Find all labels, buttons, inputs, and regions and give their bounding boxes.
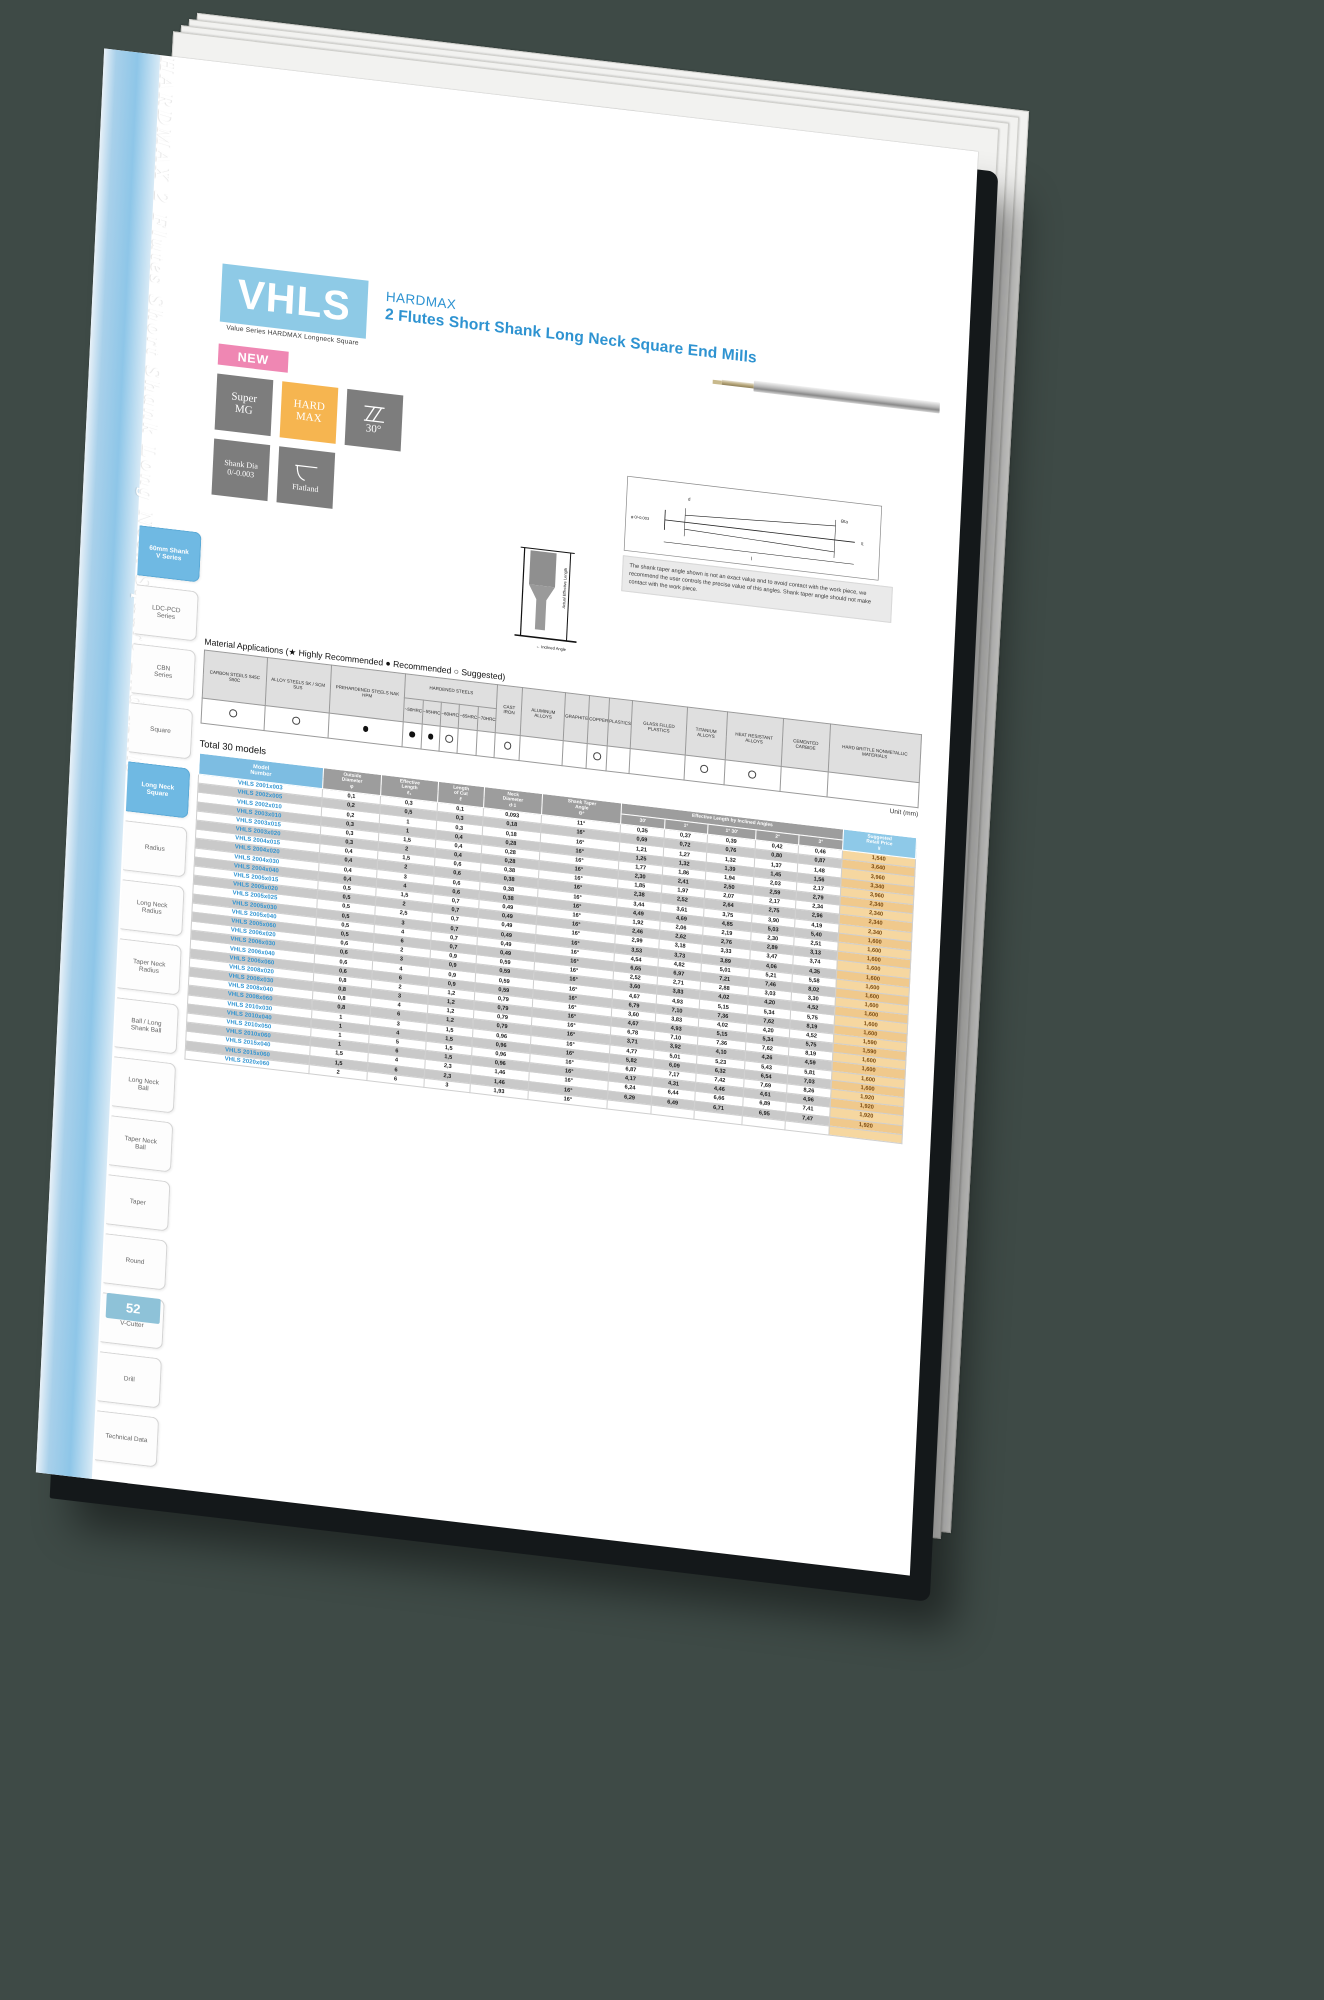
mat-rating-4 xyxy=(420,724,441,752)
mat-col-8: CAST IRON xyxy=(495,684,523,736)
mat-rating-3 xyxy=(402,721,422,750)
sidebar-tab-9[interactable]: Long Neck Ball xyxy=(111,1056,177,1114)
mat-col-4: ~55HRC xyxy=(421,700,442,727)
badge-shank-dia: Shank Dia 0/-0.003 xyxy=(211,438,271,502)
sidebar-tab-7[interactable]: Taper Neck Radius xyxy=(117,938,182,996)
mat-rating-6 xyxy=(457,728,478,756)
sidebar-tab-12[interactable]: Round xyxy=(103,1233,168,1291)
rating-ring xyxy=(700,764,709,774)
mat-rating-7 xyxy=(475,730,496,758)
rating-dot xyxy=(409,731,416,738)
mat-col-13: GLASS FILLED PLASTICS xyxy=(630,700,688,756)
svg-text:Actual Effective Length: Actual Effective Length xyxy=(561,568,568,609)
sidebar-tab-5[interactable]: Radius xyxy=(123,820,188,878)
mat-col-1: ALLOY STEELS SK / SCM SUS xyxy=(264,657,332,714)
mat-rating-9 xyxy=(519,735,564,766)
mat-col-14: TITANIUM ALLOYS xyxy=(684,707,728,760)
sidebar-tab-8[interactable]: Ball / Long Shank Ball xyxy=(114,997,179,1055)
mat-col-16: CEMENTED CARBIDE xyxy=(781,718,831,772)
sidebar-tab-label: Drill xyxy=(123,1375,135,1384)
catalog-stage: HARDMAX 2 Flutes Short Shank Long Neck S… xyxy=(0,0,1324,2000)
badge-line2: 30° xyxy=(365,422,382,437)
svg-text:l: l xyxy=(751,556,752,562)
sidebar-tab-2[interactable]: CBN Series xyxy=(131,643,196,701)
mat-col-9: ALUMINUM ALLOYS xyxy=(520,687,566,741)
mat-col-5: ~60HRC xyxy=(440,702,460,729)
sidebar-tab-label: Ball / Long Shank Ball xyxy=(130,1016,162,1035)
mat-col-12: PLASTICS xyxy=(607,697,633,749)
sidebar-tab-1[interactable]: LDC-PCD Series xyxy=(134,584,199,642)
new-badge: NEW xyxy=(217,343,289,373)
sidebar-tab-label: 60mm Shank V Series xyxy=(149,544,189,563)
sidebar-tab-3[interactable]: Square xyxy=(128,702,194,760)
badge-line2: MAX xyxy=(295,409,322,426)
workpiece-diagram: Actual Effective Length ← Inclined Angle xyxy=(506,542,601,661)
sidebar-tab-label: CBN Series xyxy=(153,663,173,680)
mat-rating-5 xyxy=(439,726,459,754)
svg-text:l1: l1 xyxy=(861,541,865,546)
rating-dot xyxy=(427,733,434,740)
badge-line2: Flatland xyxy=(292,481,319,494)
rating-ring xyxy=(593,752,601,761)
sidebar-tab-label: Taper xyxy=(129,1198,146,1208)
rating-ring xyxy=(503,741,512,750)
mat-col-10: GRAPHITE xyxy=(563,692,590,744)
mat-rating-11 xyxy=(586,743,608,771)
svg-text:φ 0/-0.003: φ 0/-0.003 xyxy=(631,514,650,521)
mat-rating-12 xyxy=(606,745,631,774)
badge-hard-max: HARD MAX xyxy=(279,381,339,444)
product-logo-block: VHLS Value Series HARDMAX Longneck Squar… xyxy=(219,263,369,348)
mat-col-7: ~70HRC xyxy=(477,706,497,733)
rating-dot xyxy=(362,725,369,733)
badge-flatland: Flatland xyxy=(276,446,336,509)
badge-super-mg: Super MG xyxy=(214,373,274,437)
tool-neck xyxy=(721,379,754,389)
mat-rating-13 xyxy=(629,748,685,781)
badge-line2: 0/-0.003 xyxy=(226,467,255,480)
svg-text:← Inclined Angle: ← Inclined Angle xyxy=(536,643,567,652)
sidebar-tab-label: Long Neck Radius xyxy=(136,898,168,917)
mat-rating-14 xyxy=(683,755,725,785)
sidebar-tab-label: Long Neck Ball xyxy=(128,1075,160,1093)
mat-col-15: HEAT RESISTANT ALLOYS xyxy=(724,711,784,767)
mat-col-6: ~65HRC xyxy=(458,704,479,731)
page-content: VHLS Value Series HARDMAX Longneck Squar… xyxy=(184,263,940,1145)
sidebar-tab-10[interactable]: Taper Neck Ball xyxy=(108,1115,174,1173)
sidebar-tab-label: Technical Data xyxy=(105,1432,148,1445)
sidebar-tab-label: Round xyxy=(125,1257,145,1267)
sidebar-tab-label: Taper Neck Radius xyxy=(132,957,166,976)
tool-tip xyxy=(712,379,722,385)
mat-rating-15 xyxy=(723,759,782,792)
mat-col-11: COPPER xyxy=(587,695,610,746)
rating-ring xyxy=(445,734,453,743)
badge-helix-angle: 30° xyxy=(344,388,404,452)
sidebar-tab-label: Radius xyxy=(144,844,165,854)
badge-line2: MG xyxy=(234,402,253,417)
mat-rating-16 xyxy=(779,766,829,797)
svg-text:d: d xyxy=(688,496,691,501)
sidebar-tab-label: Taper Neck Ball xyxy=(124,1134,158,1152)
rating-ring xyxy=(229,709,237,718)
sidebar-tab-0[interactable]: 60mm Shank V Series xyxy=(137,525,202,583)
product-titles: HARDMAX 2 Flutes Short Shank Long Neck S… xyxy=(385,283,759,368)
sidebar-tab-4[interactable]: Long Neck Square xyxy=(125,761,191,819)
sidebar-tab-label: LDC-PCD Series xyxy=(151,604,181,621)
mat-col-3: ~50HRC xyxy=(403,697,424,725)
mat-col-0: CARBON STEELS S45C S50C xyxy=(202,650,268,706)
sidebar-tab-14[interactable]: Drill xyxy=(97,1351,162,1409)
sidebar-tab-15[interactable]: Technical Data xyxy=(94,1410,160,1468)
sidebar-tab-label: Square xyxy=(149,726,171,736)
rating-ring xyxy=(748,770,757,779)
mat-col-2: PREHARDENED STEELS NAK HPM xyxy=(328,665,406,722)
catalog-page: HARDMAX 2 Flutes Short Shank Long Neck S… xyxy=(35,48,979,1576)
sidebar-tab-label: Long Neck Square xyxy=(141,780,175,799)
mat-rating-10 xyxy=(562,740,588,769)
rating-ring xyxy=(292,716,301,725)
svg-text:Θta: Θta xyxy=(841,519,849,525)
sidebar-tab-6[interactable]: Long Neck Radius xyxy=(120,879,185,937)
sidebar-tab-11[interactable]: Taper xyxy=(106,1174,171,1232)
mat-rating-8 xyxy=(494,732,521,761)
